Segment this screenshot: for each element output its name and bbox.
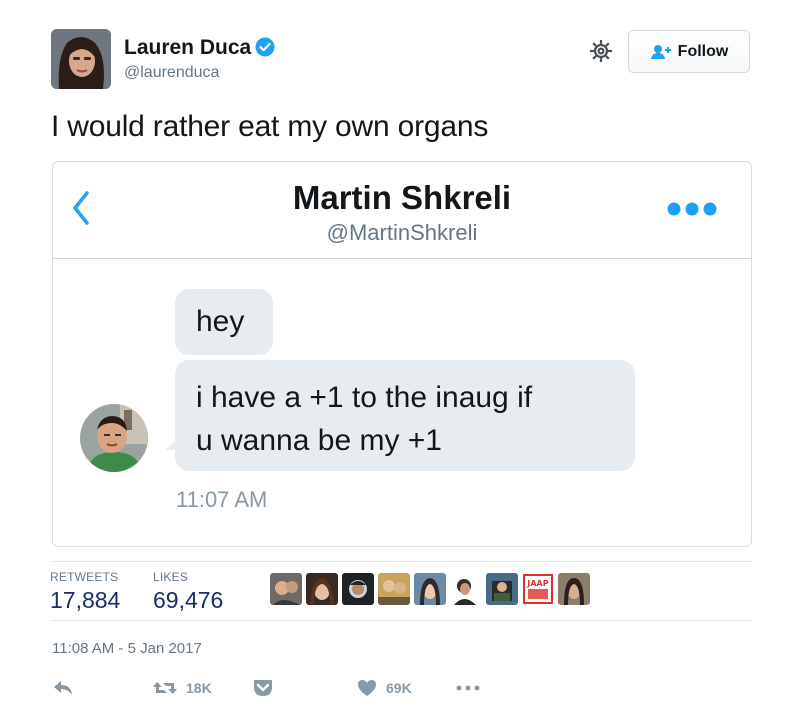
pocket-icon: [254, 680, 272, 696]
author-name[interactable]: Lauren Duca: [124, 36, 275, 60]
dm-screenshot-card[interactable]: Martin Shkreli @MartinShkreli hey i have…: [52, 161, 752, 547]
more-dots-icon[interactable]: [667, 202, 717, 216]
likes-label: LIKES: [153, 570, 189, 584]
divider: [52, 561, 752, 562]
author-avatar[interactable]: [51, 29, 111, 89]
dm-contact-name: Martin Shkreli: [292, 179, 512, 216]
liker-avatar[interactable]: [414, 573, 446, 605]
liker-avatar[interactable]: JAAP: [522, 573, 554, 605]
dm-contact-handle: @MartinShkreli: [326, 220, 478, 245]
verified-badge-icon: [255, 37, 275, 57]
like-count: 69K: [386, 680, 412, 696]
message-text: hey: [196, 305, 245, 338]
more-icon: [456, 685, 480, 691]
liker-badge-text: JAAP: [526, 579, 548, 588]
follow-button[interactable]: Follow: [628, 30, 750, 73]
message-line: i have a +1 to the inaug if: [196, 381, 533, 414]
dm-header: Martin Shkreli @MartinShkreli: [53, 162, 751, 259]
divider: [52, 620, 752, 621]
liker-avatar[interactable]: [270, 573, 302, 605]
message-line: u wanna be my +1: [196, 424, 442, 457]
retweets-count[interactable]: 17,884: [50, 587, 120, 614]
liker-avatar[interactable]: [486, 573, 518, 605]
liker-avatar[interactable]: [342, 573, 374, 605]
liker-avatar[interactable]: [558, 573, 590, 605]
message-bubble: i have a +1 to the inaug if u wanna be m…: [175, 360, 635, 471]
likes-count[interactable]: 69,476: [153, 587, 223, 614]
follow-person-icon: [650, 44, 671, 59]
reply-button[interactable]: [52, 676, 74, 700]
liker-avatar[interactable]: [306, 573, 338, 605]
pocket-button[interactable]: [252, 676, 274, 700]
retweet-count: 18K: [186, 680, 212, 696]
tweet-timestamp[interactable]: 11:08 AM - 5 Jan 2017: [52, 640, 202, 657]
heart-icon: [358, 680, 376, 696]
tweet-text: I would rather eat my own organs: [51, 110, 489, 143]
more-button[interactable]: [456, 676, 480, 700]
liker-avatar[interactable]: [450, 573, 482, 605]
gear-icon[interactable]: [588, 38, 614, 64]
retweet-button[interactable]: 18K: [152, 676, 212, 700]
author-handle[interactable]: @laurenduca: [124, 64, 219, 82]
sender-avatar: [80, 404, 148, 472]
author-name-text: Lauren Duca: [124, 36, 252, 59]
liker-avatar[interactable]: [378, 573, 410, 605]
message-time: 11:07 AM: [176, 487, 268, 512]
follow-label: Follow: [677, 42, 729, 60]
bubble-tail: [165, 440, 177, 450]
retweet-icon: [153, 682, 177, 694]
retweets-label: RETWEETS: [50, 570, 119, 584]
reply-icon: [54, 681, 72, 695]
message-bubble: hey: [175, 289, 273, 355]
like-button[interactable]: 69K: [356, 676, 412, 700]
